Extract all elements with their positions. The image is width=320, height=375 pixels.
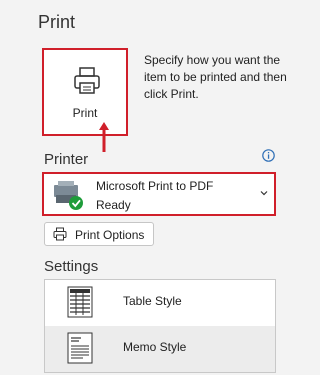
printer-ready-icon (54, 181, 83, 210)
printer-options-icon (53, 227, 67, 241)
memo-style-option[interactable]: Memo Style (45, 326, 275, 372)
printer-section-label: Printer (44, 151, 89, 168)
print-options-label: Print Options (75, 228, 145, 242)
table-style-option[interactable]: Table Style (45, 280, 275, 327)
printer-icon (74, 67, 100, 94)
printer-dropdown[interactable]: Microsoft Print to PDF Ready (42, 172, 276, 216)
settings-section-label: Settings (44, 258, 99, 275)
arrow-up-icon (99, 122, 109, 152)
printer-status: Ready (96, 198, 131, 212)
settings-style-list: Table Style Memo Style (44, 279, 276, 373)
print-options-button[interactable]: Print Options (44, 222, 154, 246)
memo-style-label: Memo Style (123, 340, 187, 354)
table-style-label: Table Style (123, 294, 182, 308)
printer-name: Microsoft Print to PDF (96, 179, 214, 193)
memo-style-icon (67, 332, 93, 364)
print-description: Specify how you want the item to be prin… (144, 53, 287, 101)
print-button[interactable]: Print (42, 48, 128, 136)
table-style-icon (67, 286, 93, 318)
print-button-label: Print (72, 106, 98, 120)
chevron-down-icon (260, 191, 268, 196)
info-icon[interactable] (262, 149, 275, 162)
page-title: Print (38, 12, 76, 32)
